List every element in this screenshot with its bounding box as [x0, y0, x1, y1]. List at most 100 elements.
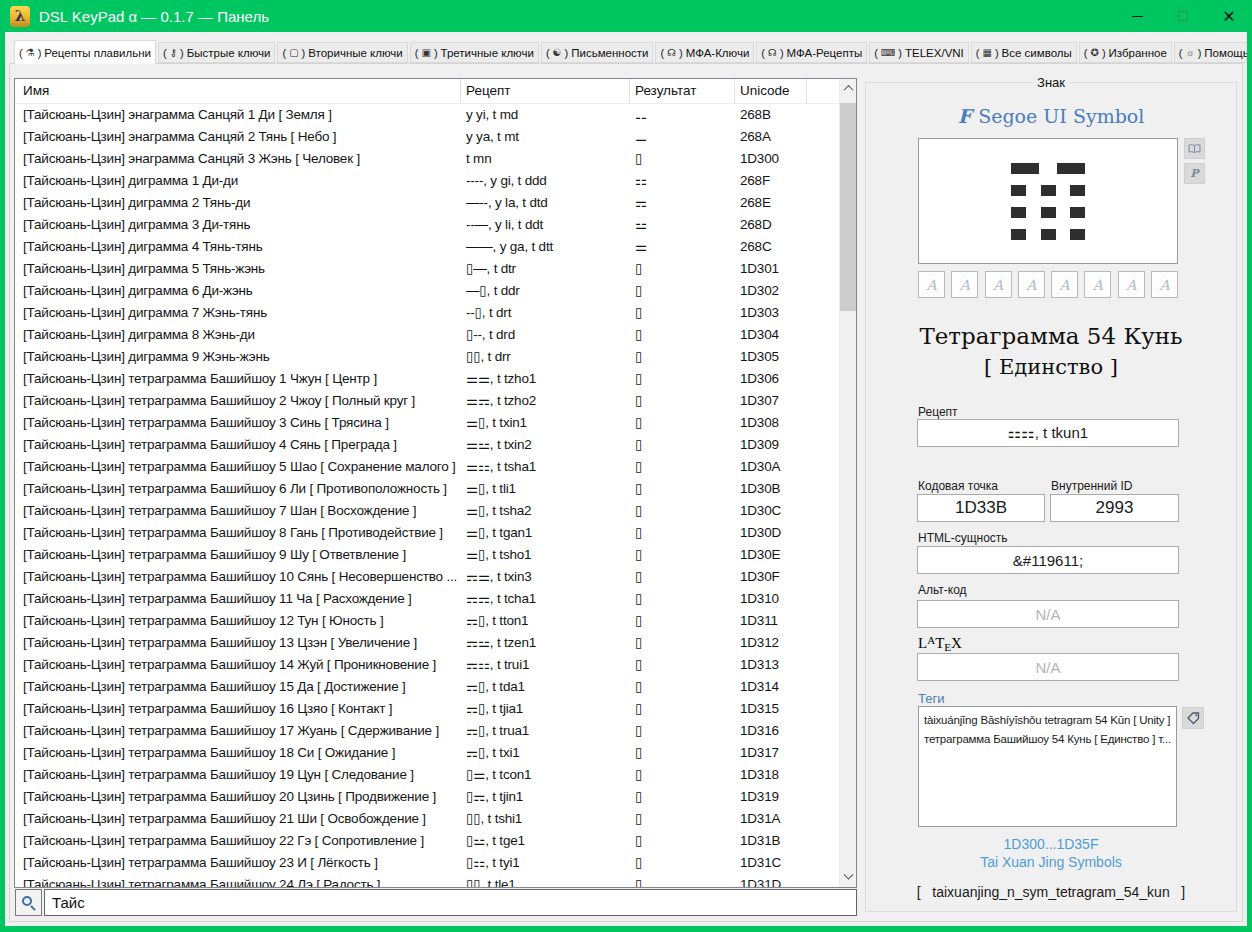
cell-code: 1D303 — [735, 302, 807, 324]
html-entity-input[interactable] — [917, 546, 1179, 574]
font-variant-button[interactable]: A — [985, 271, 1012, 298]
fraktur-icon: P — [1190, 167, 1198, 180]
table-row[interactable]: [Тайсюань-Цзин] диграмма 2 Тянь-ди—--, y… — [15, 192, 856, 214]
font-variant-button[interactable]: A — [1118, 271, 1145, 298]
search-input[interactable] — [44, 889, 857, 916]
maximize-button[interactable] — [1160, 0, 1206, 32]
table-row[interactable]: [Тайсюань-Цзин] тетраграмма Башийшоу 15 … — [15, 676, 856, 698]
table-row[interactable]: [Тайсюань-Цзин] тетраграмма Башийшоу 8 Г… — [15, 522, 856, 544]
scrollbar-down-arrow[interactable] — [840, 869, 857, 886]
font-name-label[interactable]: FSegoe UI Symbol — [866, 105, 1236, 127]
cell-recipe: ----, y gi, t ddd — [461, 170, 630, 192]
latex-input[interactable] — [917, 653, 1179, 681]
font-variant-button[interactable]: A — [951, 271, 978, 298]
cell-name: [Тайсюань-Цзин] тетраграмма Башийшоу 1 Ч… — [15, 368, 461, 390]
cell-result: ▯ — [630, 830, 735, 852]
table-row[interactable]: [Тайсюань-Цзин] тетраграмма Башийшоу 12 … — [15, 610, 856, 632]
table-row[interactable]: [Тайсюань-Цзин] диграмма 8 Жэнь-ди▯--, t… — [15, 324, 856, 346]
tab-Все символы[interactable]: (▦)Все символы — [971, 42, 1077, 63]
table-row[interactable]: [Тайсюань-Цзин] диграмма 9 Жэнь-жэнь▯▯, … — [15, 346, 856, 368]
table-row[interactable]: [Тайсюань-Цзин] тетраграмма Башийшоу 13 … — [15, 632, 856, 654]
table-row[interactable]: [Тайсюань-Цзин] тетраграмма Башийшоу 24 … — [15, 874, 856, 888]
table-row[interactable]: [Тайсюань-Цзин] тетраграмма Башийшоу 11 … — [15, 588, 856, 610]
table-row[interactable]: [Тайсюань-Цзин] диграмма 5 Тянь-жэнь▯—, … — [15, 258, 856, 280]
tab-Рецепты плавильни[interactable]: (⚗)Рецепты плавильни — [14, 40, 156, 64]
table-row[interactable]: [Тайсюань-Цзин] тетраграмма Башийшоу 14 … — [15, 654, 856, 676]
tags-button[interactable] — [1182, 707, 1204, 729]
cell-recipe: ——, y ga, t dtt — [461, 236, 630, 258]
column-header[interactable]: Имя — [15, 79, 461, 103]
table-row[interactable]: [Тайсюань-Цзин] тетраграмма Башийшоу 20 … — [15, 786, 856, 808]
table-row[interactable]: [Тайсюань-Цзин] тетраграмма Башийшоу 9 Ш… — [15, 544, 856, 566]
tab-TELEX/VNI[interactable]: (⌨)TELEX/VNI — [869, 42, 969, 63]
font-icon: F — [958, 105, 972, 127]
scrollbar-thumb[interactable] — [840, 103, 857, 311]
cell-name: [Тайсюань-Цзин] тетраграмма Башийшоу 7 Ш… — [15, 500, 461, 522]
font-variant-button[interactable]: A — [1051, 271, 1078, 298]
codepoint-input[interactable] — [917, 494, 1045, 522]
minimize-button[interactable] — [1114, 0, 1160, 32]
column-header[interactable]: Unicode — [735, 79, 807, 103]
table-row[interactable]: [Тайсюань-Цзин] тетраграмма Башийшоу 16 … — [15, 698, 856, 720]
table-row[interactable]: [Тайсюань-Цзин] тетраграмма Башийшоу 6 Л… — [15, 478, 856, 500]
font-variant-button[interactable]: A — [918, 271, 945, 298]
tab-label: Письменности — [571, 47, 648, 59]
cell-recipe: ⚌▯, t tli1 — [461, 478, 630, 500]
table-row[interactable]: [Тайсюань-Цзин] тетраграмма Башийшоу 2 Ч… — [15, 390, 856, 412]
font-variant-button[interactable]: A — [1084, 271, 1111, 298]
table-row[interactable]: [Тайсюань-Цзин] тетраграмма Башийшоу 10 … — [15, 566, 856, 588]
vertical-scrollbar[interactable] — [839, 79, 856, 887]
column-header[interactable]: Рецепт — [461, 79, 630, 103]
table-row[interactable]: [Тайсюань-Цзин] тетраграмма Башийшоу 4 С… — [15, 434, 856, 456]
table-row[interactable]: [Тайсюань-Цзин] тетраграмма Башийшоу 7 Ш… — [15, 500, 856, 522]
table-row[interactable]: [Тайсюань-Цзин] тетраграмма Башийшоу 18 … — [15, 742, 856, 764]
tab-Избранное[interactable]: (✪)Избранное — [1079, 42, 1172, 63]
table-row[interactable]: [Тайсюань-Цзин] энаграмма Санцяй 1 Ди [ … — [15, 104, 856, 126]
tab-Третичные ключи[interactable]: (▣)Третичные ключи — [410, 42, 539, 63]
cell-recipe: ⚎⚏, t trui1 — [461, 654, 630, 676]
table-row[interactable]: [Тайсюань-Цзин] тетраграмма Башийшоу 22 … — [15, 830, 856, 852]
range-link[interactable]: 1D300...1D35F — [866, 835, 1236, 853]
cell-code: 1D308 — [735, 412, 807, 434]
cell-recipe: ⚌▯, t txin1 — [461, 412, 630, 434]
tab-Письменности[interactable]: (☯)Письменности — [541, 42, 654, 63]
cell-code: 268A — [735, 126, 807, 148]
table-row[interactable]: [Тайсюань-Цзин] диграмма 4 Тянь-тянь——, … — [15, 236, 856, 258]
cell-recipe: t mn — [461, 148, 630, 170]
cell-code: 268B — [735, 104, 807, 126]
cell-name: [Тайсюань-Цзин] тетраграмма Башийшоу 5 Ш… — [15, 456, 461, 478]
cell-result: ▯ — [630, 874, 735, 888]
tab-Быстрые ключи[interactable]: (⚷)Быстрые ключи — [158, 42, 275, 63]
table-row[interactable]: [Тайсюань-Цзин] тетраграмма Башийшоу 1 Ч… — [15, 368, 856, 390]
table-row[interactable]: [Тайсюань-Цзин] диграмма 3 Ди-тянь--—, y… — [15, 214, 856, 236]
table-row[interactable]: [Тайсюань-Цзин] энаграмма Санцяй 2 Тянь … — [15, 126, 856, 148]
recipe-input[interactable] — [917, 419, 1179, 447]
search-button[interactable] — [15, 889, 42, 916]
table-row[interactable]: [Тайсюань-Цзин] тетраграмма Башийшоу 19 … — [15, 764, 856, 786]
internal-id-input[interactable] — [1050, 494, 1179, 522]
glyph-font-button[interactable]: P — [1184, 163, 1205, 184]
tab-Вторичные ключи[interactable]: (▢)Вторичные ключи — [277, 42, 407, 63]
font-variant-button[interactable]: A — [1018, 271, 1045, 298]
table-row[interactable]: [Тайсюань-Цзин] энаграмма Санцяй 3 Жэнь … — [15, 148, 856, 170]
alt-code-input[interactable] — [917, 600, 1179, 628]
tab-МФА-Рецепты[interactable]: (☊)МФА-Рецепты — [756, 42, 867, 63]
table-row[interactable]: [Тайсюань-Цзин] тетраграмма Башийшоу 21 … — [15, 808, 856, 830]
close-button[interactable]: ✕ — [1206, 0, 1252, 32]
table-row[interactable]: [Тайсюань-Цзин] диграмма 7 Жэнь-тянь--▯,… — [15, 302, 856, 324]
cell-result: ▯ — [630, 544, 735, 566]
table-row[interactable]: [Тайсюань-Цзин] тетраграмма Башийшоу 5 Ш… — [15, 456, 856, 478]
range-link[interactable]: Tai Xuan Jing Symbols — [866, 853, 1236, 871]
tab-Помощь[interactable]: (☼)Помощь — [1174, 42, 1247, 63]
scrollbar-up-arrow[interactable] — [840, 80, 857, 97]
tags-textarea[interactable] — [918, 706, 1177, 827]
table-row[interactable]: [Тайсюань-Цзин] тетраграмма Башийшоу 17 … — [15, 720, 856, 742]
table-row[interactable]: [Тайсюань-Цзин] тетраграмма Башийшоу 3 С… — [15, 412, 856, 434]
glyph-book-button[interactable] — [1184, 138, 1205, 159]
table-row[interactable]: [Тайсюань-Цзин] тетраграмма Башийшоу 23 … — [15, 852, 856, 874]
table-row[interactable]: [Тайсюань-Цзин] диграмма 1 Ди-ди----, y … — [15, 170, 856, 192]
column-header[interactable]: Результат — [630, 79, 735, 103]
table-row[interactable]: [Тайсюань-Цзин] диграмма 6 Ди-жэнь—▯, t … — [15, 280, 856, 302]
tab-МФА-Ключи[interactable]: (☊)МФА-Ключи — [655, 42, 754, 63]
font-variant-button[interactable]: A — [1151, 271, 1178, 298]
